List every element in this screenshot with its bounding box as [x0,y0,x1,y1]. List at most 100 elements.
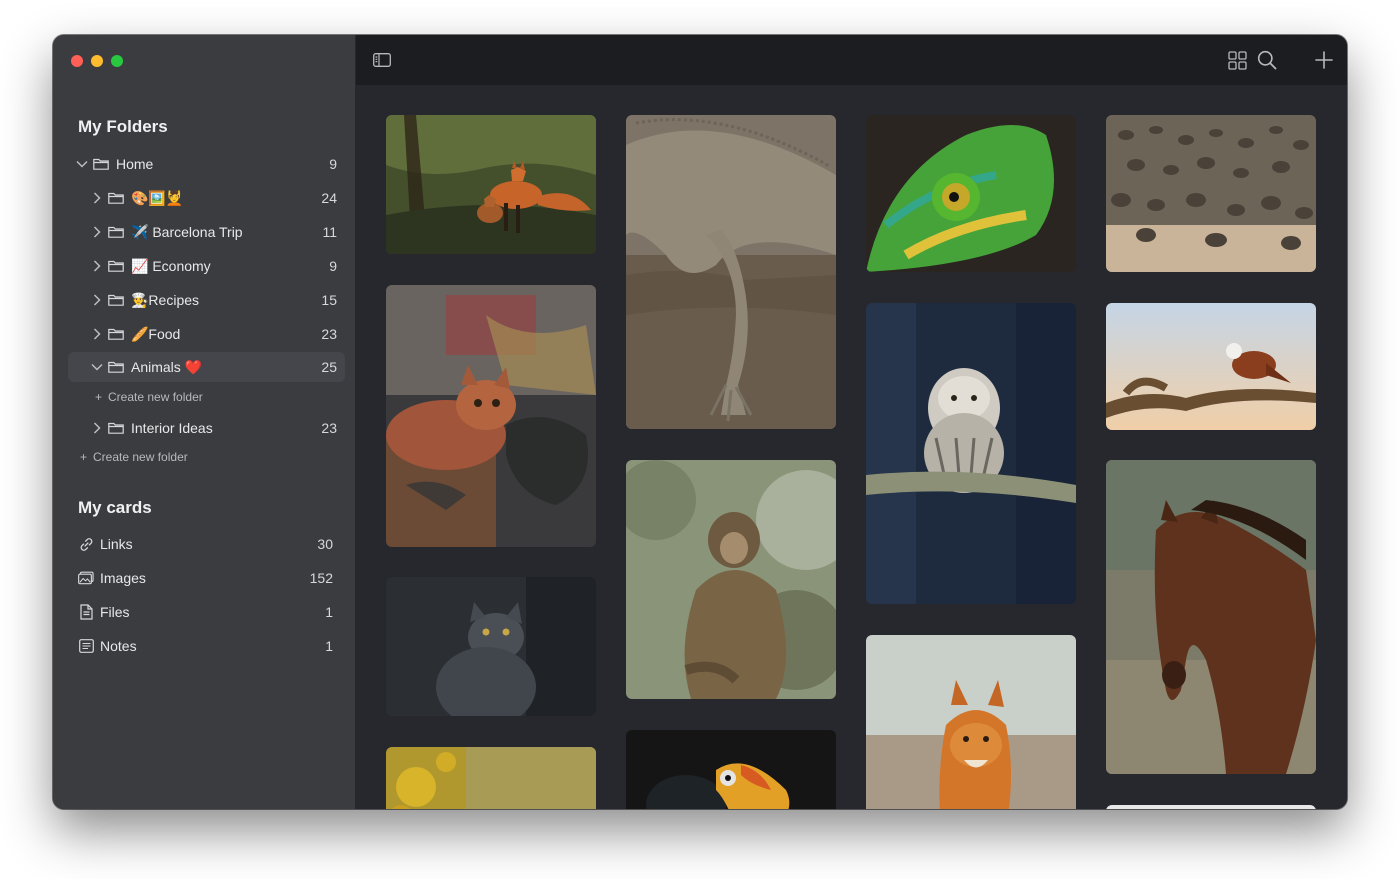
chevron-down-icon[interactable] [90,363,104,371]
chevron-right-icon[interactable] [90,328,104,340]
fox-portrait-image [866,635,1076,809]
sidebar-item-label: Home [116,156,154,172]
create-folder-button[interactable]: + Create new folder [80,450,188,464]
folder-icon [93,158,109,170]
sidebar-item-notes[interactable]: Notes 1 [78,631,333,661]
sidebar-item-recipes[interactable]: 👨‍🍳Recipes 15 [90,285,345,315]
item-count: 24 [321,190,337,206]
image-card[interactable] [1106,460,1316,774]
image-card[interactable] [626,115,836,429]
image-card[interactable] [386,577,596,716]
item-count: 9 [329,156,337,172]
yellow-flowers-image [386,747,596,809]
sidebar-toggle-icon[interactable] [372,51,392,69]
notes-icon [78,638,94,654]
item-count: 15 [321,292,337,308]
folder-icon [108,226,124,238]
folder-icon [108,328,124,340]
barred-owl-image [866,303,1076,604]
app-window: My Folders Home 9 🎨🖼️💆 24 ✈️ Barcelona T… [53,35,1347,809]
sidebar-item-label: Files [100,604,130,620]
zoom-window-button[interactable] [111,55,123,67]
toucan-image [626,730,836,809]
chevron-right-icon[interactable] [90,226,104,238]
sidebar-item-label: Images [100,570,146,586]
chevron-right-icon[interactable] [90,294,104,306]
eagle-on-branch-image [1106,303,1316,430]
create-subfolder-label: Create new folder [108,390,203,404]
item-count: 23 [321,420,337,436]
sidebar-item-food[interactable]: 🥖Food 23 [90,319,345,349]
item-count: 30 [317,536,333,552]
image-gallery [356,85,1347,809]
sidebar-item-interior-ideas[interactable]: Interior Ideas 23 [90,413,345,443]
image-card[interactable] [386,747,596,809]
folder-icon [108,294,124,306]
sidebar: My Folders Home 9 🎨🖼️💆 24 ✈️ Barcelona T… [53,35,356,809]
item-count: 1 [325,604,333,620]
create-subfolder-button[interactable]: + Create new folder [95,390,203,404]
chevron-down-icon[interactable] [75,160,89,168]
grey-cat-image [386,577,596,716]
sidebar-item-label: Interior Ideas [131,420,213,436]
image-card[interactable] [1106,303,1316,430]
image-card[interactable] [1106,115,1316,272]
close-window-button[interactable] [71,55,83,67]
sidebar-item-files[interactable]: Files 1 [78,597,333,627]
image-card[interactable] [626,730,836,809]
folder-icon [108,361,124,373]
toolbar [356,35,1347,85]
sidebar-item-art[interactable]: 🎨🖼️💆 24 [90,183,345,213]
sidebar-item-label: 🎨🖼️💆 [131,189,184,206]
macaque-image [626,460,836,699]
fox-with-cub-image [386,115,596,254]
images-icon [78,570,94,586]
grid-view-icon[interactable] [1227,50,1247,70]
plus-icon: + [95,390,103,404]
link-icon [78,536,94,552]
item-count: 9 [329,258,337,274]
chevron-right-icon[interactable] [90,422,104,434]
item-count: 23 [321,326,337,342]
image-card[interactable] [386,115,596,254]
image-card[interactable] [386,285,596,547]
sidebar-item-images[interactable]: Images 152 [78,563,333,593]
chevron-right-icon[interactable] [90,192,104,204]
horse-image [1106,460,1316,774]
image-card[interactable] [1106,805,1316,809]
item-count: 1 [325,638,333,654]
sidebar-item-barcelona-trip[interactable]: ✈️ Barcelona Trip 11 [90,217,345,247]
chameleon-image [866,115,1076,272]
image-card[interactable] [866,635,1076,809]
image-card[interactable] [866,303,1076,604]
folders-section-title: My Folders [78,117,168,136]
image-card[interactable] [626,460,836,699]
file-icon [78,604,94,620]
add-icon[interactable] [1314,50,1334,70]
kitten-image [386,285,596,547]
folder-icon [108,192,124,204]
sidebar-item-home[interactable]: Home 9 [75,149,345,179]
sidebar-item-label: 📈 Economy [131,257,211,274]
minimize-window-button[interactable] [91,55,103,67]
sidebar-item-label: 👨‍🍳Recipes [131,291,200,308]
create-folder-label: Create new folder [93,450,188,464]
window-controls [71,55,123,67]
sidebar-item-label: 🥖Food [131,325,181,342]
iguana-image [626,115,836,429]
item-count: 11 [322,224,337,240]
sidebar-item-label: Links [100,536,133,552]
search-icon[interactable] [1256,49,1278,71]
chevron-right-icon[interactable] [90,260,104,272]
folder-icon [108,260,124,272]
sidebar-item-label: Animals ❤️ [131,358,203,375]
sidebar-item-animals[interactable]: Animals ❤️ 25 [68,352,345,382]
sidebar-item-links[interactable]: Links 30 [78,529,333,559]
cards-section-title: My cards [78,498,152,517]
item-count: 25 [321,359,337,375]
sidebar-item-economy[interactable]: 📈 Economy 9 [90,251,345,281]
sidebar-item-label: Notes [100,638,137,654]
folder-icon [108,422,124,434]
seal-colony-image [1106,115,1316,272]
image-card[interactable] [866,115,1076,272]
